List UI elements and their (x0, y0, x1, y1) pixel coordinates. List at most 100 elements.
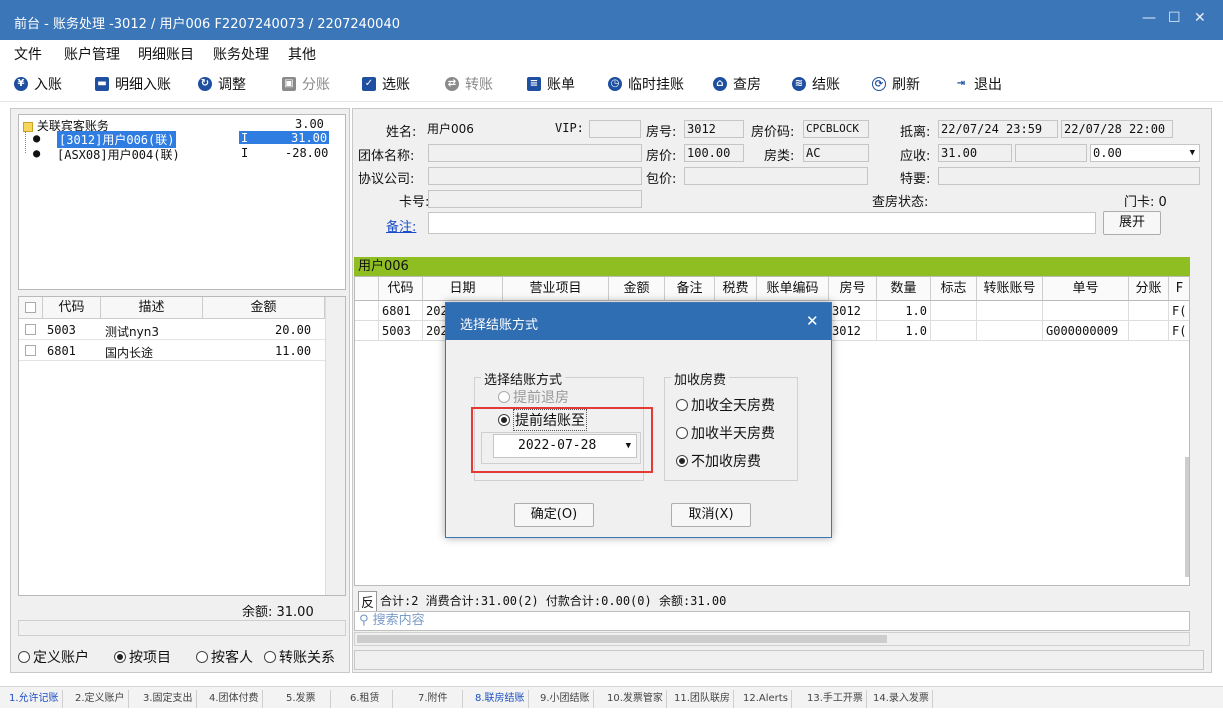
search-input[interactable]: ⚲ 搜索内容 (354, 611, 1190, 631)
chevron-down-icon: ▼ (625, 441, 631, 451)
row-checkbox[interactable] (25, 324, 36, 335)
menu-account-management[interactable]: 账户管理 (64, 44, 120, 64)
menu-detail-accounts[interactable]: 明细账目 (138, 44, 194, 64)
scrollbar[interactable] (1185, 457, 1189, 577)
summary-bar: 反 合计:2 消费合计:31.00(2) 付款合计:0.00(0) 余额:31.… (354, 589, 1190, 612)
option-early-settle[interactable]: 提前结账至 (498, 409, 587, 431)
detail-post-button[interactable]: ▬ 明细入账 (95, 74, 171, 94)
refresh-button[interactable]: ⟳ 刷新 (872, 74, 920, 94)
dialog-title: 选择结账方式 (460, 318, 539, 333)
option-half-day-fee[interactable]: 加收半天房费 (676, 423, 775, 443)
tab-fixed-expense[interactable]: 3.固定支出 (140, 690, 197, 708)
col-desc: 描述 (101, 297, 203, 319)
tab-group-payment[interactable]: 4.团体付费 (206, 690, 263, 708)
option-by-guest[interactable]: 按客人 (196, 647, 253, 667)
minimize-icon[interactable]: — (1142, 10, 1156, 26)
col-split: 分账 (1129, 277, 1169, 301)
checkout-button[interactable]: ≋ 结账 (792, 74, 840, 94)
coin-icon: ¥ (14, 77, 28, 91)
post-charge-button[interactable]: ¥ 入账 (14, 74, 62, 94)
tab-allow-posting[interactable]: 1.允许记账 (6, 690, 63, 708)
option-full-day-fee[interactable]: 加收全天房费 (676, 395, 775, 415)
stack-icon: ≋ (792, 77, 806, 91)
tab-team-joint-room[interactable]: 11.团队联房 (671, 690, 734, 708)
receivable-field: 31.00 (938, 144, 1012, 162)
room-label: 房号: (646, 125, 677, 140)
table-row[interactable]: 5003 测试nyn3 20.00 (19, 320, 325, 340)
remark-link[interactable]: 备注: (386, 216, 416, 235)
tree-node-asx08[interactable]: ● [ASX08]用户004(联) I -28.00 (33, 146, 328, 162)
reverse-toggle[interactable]: 反 (358, 591, 378, 612)
tab-define-account[interactable]: 2.定义账户 (72, 690, 129, 708)
tab-joint-checkout[interactable]: 8.联房结账 (472, 690, 529, 708)
tab-attachment[interactable]: 7.附件 (404, 690, 463, 708)
bullet-icon: ● (33, 131, 41, 145)
tree-node-3012[interactable]: ● [3012]用户006(联) I 31.00 (33, 131, 329, 148)
receivable-blank-field (1015, 144, 1087, 162)
ok-button[interactable]: 确定(O) (514, 503, 594, 527)
tab-enter-invoice[interactable]: 14.录入发票 (870, 690, 933, 708)
row-checkbox[interactable] (25, 345, 36, 356)
select-account-button[interactable]: ✓ 选账 (362, 74, 410, 94)
check-room-button[interactable]: ⌂ 查房 (713, 74, 761, 94)
card-icon: ▬ (95, 77, 109, 91)
col-code: 代码 (379, 277, 423, 301)
transfer-icon: ⇄ (445, 77, 459, 91)
col-f: F (1169, 277, 1189, 301)
horizontal-scrollbar[interactable] (354, 632, 1190, 646)
maximize-icon[interactable]: ☐ (1168, 10, 1181, 26)
remark-field[interactable] (428, 212, 1096, 234)
cancel-button[interactable]: 取消(X) (671, 503, 751, 527)
settle-date-select[interactable]: 2022-07-28 ▼ (493, 434, 637, 458)
refresh-icon: ⟳ (872, 77, 886, 91)
col-tax: 税费 (715, 277, 757, 301)
tab-invoice-manager[interactable]: 10.发票管家 (604, 690, 667, 708)
col-quantity: 数量 (877, 277, 931, 301)
tab-lease[interactable]: 6.租赁 (338, 690, 393, 708)
menu-account-processing[interactable]: 账务处理 (213, 44, 269, 64)
header-checkbox[interactable] (19, 297, 43, 319)
option-no-fee[interactable]: 不加收房费 (676, 451, 761, 471)
horizontal-scrollbar[interactable] (18, 620, 346, 636)
chevron-down-icon: ▼ (1189, 148, 1195, 158)
split-account-button[interactable]: ▣ 分账 (282, 74, 330, 94)
expand-button[interactable]: 展开 (1103, 211, 1161, 235)
close-icon[interactable]: ✕ (806, 312, 819, 330)
toolbar: ¥ 入账 ▬ 明细入账 ↻ 调整 ▣ 分账 ✓ 选账 ⇄ 转账 ≡ 账单 ◷ 临时挂账 ⌂ 查房 … (0, 64, 1223, 102)
checkout-method-dialog: 选择结账方式 ✕ 选择结账方式 提前退房 提前结账至 2022-07-28 ▼ … (445, 302, 832, 538)
menu-other[interactable]: 其他 (288, 44, 316, 64)
tab-invoice[interactable]: 5.发票 (272, 690, 331, 708)
adjust-icon: ↻ (198, 77, 212, 91)
option-early-checkout[interactable]: 提前退房 (498, 387, 569, 407)
option-by-item[interactable]: 按项目 (114, 647, 171, 667)
adjust-button[interactable]: ↻ 调整 (198, 74, 246, 94)
rate-label: 房价: (646, 149, 677, 164)
scrollbar[interactable] (325, 297, 345, 595)
table-row[interactable]: 6801 国内长途 11.00 (19, 341, 325, 361)
rate-field: 100.00 (684, 144, 744, 162)
tab-small-group-checkout[interactable]: 9.小团结账 (537, 690, 594, 708)
menu-bar: 文件 账户管理 明细账目 账务处理 其他 (0, 40, 1223, 64)
tab-manual-invoice[interactable]: 13.手工开票 (804, 690, 867, 708)
menu-file[interactable]: 文件 (14, 44, 42, 64)
close-icon[interactable]: ✕ (1194, 10, 1206, 26)
bill-button[interactable]: ≡ 账单 (527, 74, 575, 94)
grid-owner-header: 用户006 (354, 257, 1190, 276)
temporary-credit-button[interactable]: ◷ 临时挂账 (608, 74, 684, 94)
summary-text: 合计:2 消费合计:31.00(2) 付款合计:0.00(0) 余额:31.00 (380, 594, 727, 608)
dialog-title-bar: 选择结账方式 ✕ (446, 303, 831, 340)
tab-alerts[interactable]: 12.Alerts (740, 690, 792, 708)
exit-button[interactable]: ⇥ 退出 (954, 74, 1002, 94)
col-date: 日期 (423, 277, 503, 301)
title-bar: 前台 - 账务处理 -3012 / 用户006 F2207240073 / 22… (0, 0, 1223, 40)
window-title: 前台 - 账务处理 -3012 / 用户006 F2207240073 / 22… (14, 17, 400, 32)
name-field: 用户006 (427, 122, 474, 136)
clock-icon: ◷ (608, 77, 622, 91)
receivable-select[interactable]: 0.00 ▼ (1090, 144, 1200, 162)
vip-label: VIP: (555, 121, 584, 135)
option-define-account[interactable]: 定义账户 (18, 647, 89, 667)
folder-icon (23, 121, 33, 132)
room-type-field: AC (803, 144, 869, 162)
transfer-button[interactable]: ⇄ 转账 (445, 74, 493, 94)
option-transfer-relation[interactable]: 转账关系 (264, 647, 335, 667)
